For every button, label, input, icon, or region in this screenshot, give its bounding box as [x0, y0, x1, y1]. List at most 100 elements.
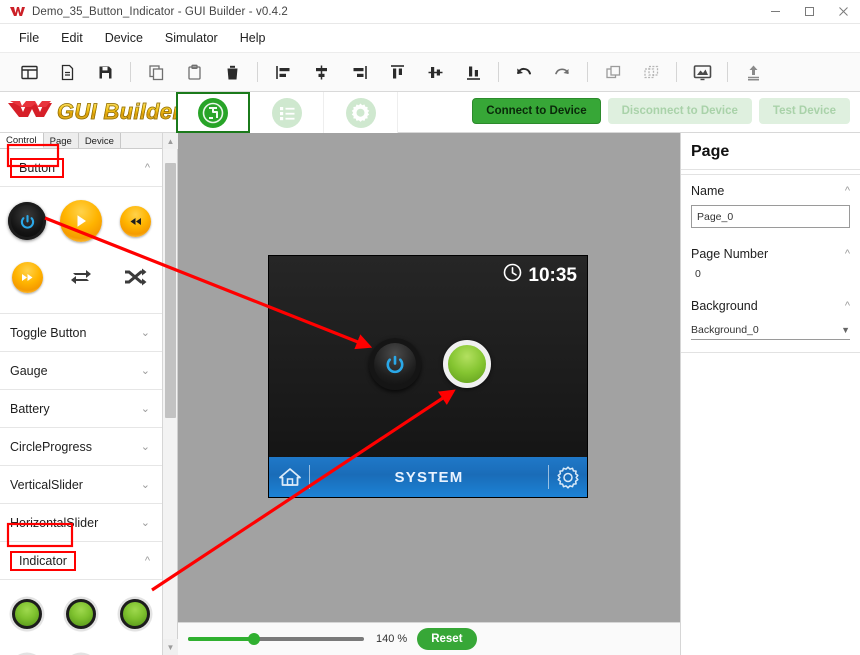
reset-zoom-button[interactable]: Reset [417, 628, 476, 650]
brand-row: GUI Builder [0, 92, 860, 133]
app-logo: GUI Builder [8, 95, 181, 129]
repeat-button-widget[interactable] [54, 249, 108, 305]
menu-item-file[interactable]: File [8, 27, 50, 49]
library-tab-device[interactable]: Device [79, 133, 121, 148]
disconnect-to-device-button[interactable]: Disconnect to Device [608, 98, 752, 124]
section-header-circleprogress[interactable]: CircleProgress ⌄ [0, 428, 162, 466]
new-project-icon[interactable] [10, 56, 48, 88]
section-title-indicator: Indicator [10, 551, 76, 571]
chevron-down-icon: ⌄ [141, 440, 150, 453]
scroll-up-icon[interactable]: ▲ [163, 133, 178, 149]
page-name-input[interactable]: Page_0 [691, 205, 850, 228]
w-logo-icon [6, 6, 28, 17]
library-scrollbar[interactable]: ▲ ▼ [163, 133, 178, 655]
menu-item-edit[interactable]: Edit [50, 27, 94, 49]
indicator-led-widget[interactable] [108, 586, 162, 642]
indicator-led-widget[interactable] [0, 586, 54, 642]
section-header-verticalslider[interactable]: VerticalSlider ⌄ [0, 466, 162, 504]
zoom-slider-handle[interactable] [248, 633, 260, 645]
widget-grid-indicator [0, 580, 162, 655]
menu-item-simulator[interactable]: Simulator [154, 27, 229, 49]
toolbar-divider [130, 62, 131, 82]
section-title-button: Button [10, 158, 64, 178]
paste-icon[interactable] [175, 56, 213, 88]
section-header-horizontalslider[interactable]: HorizontalSlider ⌄ [0, 504, 162, 542]
align-right-icon[interactable] [340, 56, 378, 88]
align-top-icon[interactable] [378, 56, 416, 88]
minimize-icon[interactable] [758, 0, 792, 24]
chevron-up-icon: ^ [845, 185, 850, 197]
section-header-battery[interactable]: Battery ⌄ [0, 390, 162, 428]
clock-icon [503, 263, 522, 288]
toolbar-divider [257, 62, 258, 82]
design-layout-icon [198, 98, 228, 128]
property-header-page-number[interactable]: Page Number ^ [681, 238, 860, 268]
align-center-horizontal-icon[interactable] [302, 56, 340, 88]
background-select[interactable]: Background_0 ▼ [691, 320, 850, 340]
align-bottom-icon[interactable] [454, 56, 492, 88]
list-tab[interactable] [250, 92, 324, 133]
property-header-background[interactable]: Background ^ [681, 290, 860, 320]
window-title: Demo_35_Button_Indicator - GUI Builder -… [32, 6, 288, 18]
send-to-back-icon[interactable] [632, 56, 670, 88]
chevron-up-icon: ^ [845, 248, 850, 260]
zoom-value: 140 % [376, 633, 407, 645]
save-icon[interactable] [86, 56, 124, 88]
copy-icon[interactable] [137, 56, 175, 88]
preview-indicator-led[interactable] [443, 340, 491, 388]
chevron-down-icon: ⌄ [141, 326, 150, 339]
gear-icon [346, 98, 376, 128]
indicator-led-widget[interactable] [54, 642, 108, 655]
menu-item-help[interactable]: Help [229, 27, 277, 49]
device-preview[interactable]: 10:35 SYSTEM [268, 255, 588, 498]
section-header-toggle-button[interactable]: Toggle Button ⌄ [0, 314, 162, 352]
menu-item-device[interactable]: Device [94, 27, 154, 49]
toolbar-divider [587, 62, 588, 82]
section-header-indicator[interactable]: Indicator ^ [0, 542, 162, 580]
section-header-button[interactable]: Button ^ [0, 149, 162, 187]
divider [681, 352, 860, 353]
library-tab-strip: Control Page Device [0, 133, 162, 149]
scrollbar-thumb[interactable] [165, 163, 176, 418]
preview-power-button[interactable] [369, 338, 421, 390]
settings-tab[interactable] [324, 92, 398, 133]
indicator-led-widget[interactable] [54, 586, 108, 642]
test-device-button[interactable]: Test Device [759, 98, 850, 124]
preview-icon[interactable] [683, 56, 721, 88]
scroll-down-icon[interactable]: ▼ [163, 639, 178, 655]
title-bar: Demo_35_Button_Indicator - GUI Builder -… [0, 0, 860, 24]
connect-to-device-button[interactable]: Connect to Device [472, 98, 600, 124]
property-header-name[interactable]: Name ^ [681, 175, 860, 205]
forward-button-widget[interactable] [0, 249, 54, 305]
property-label-page-number: Page Number [691, 247, 768, 261]
align-left-icon[interactable] [264, 56, 302, 88]
align-center-vertical-icon[interactable] [416, 56, 454, 88]
toolbar-divider [498, 62, 499, 82]
shuffle-button-widget[interactable] [108, 249, 162, 305]
zoom-bar: 140 % Reset [178, 622, 680, 655]
delete-icon[interactable] [213, 56, 251, 88]
power-button-widget[interactable] [0, 193, 54, 249]
property-label-background: Background [691, 299, 758, 313]
bring-to-front-icon[interactable] [594, 56, 632, 88]
play-button-widget[interactable] [54, 193, 108, 249]
indicator-led-widget[interactable] [0, 642, 54, 655]
library-tab-page[interactable]: Page [44, 133, 79, 148]
design-canvas[interactable]: 10:35 SYSTEM [178, 133, 680, 622]
library-tab-control[interactable]: Control [0, 133, 44, 148]
zoom-slider[interactable] [188, 637, 364, 641]
maximize-icon[interactable] [792, 0, 826, 24]
section-title-verticalslider: VerticalSlider [10, 478, 83, 492]
preview-system-title: SYSTEM [269, 469, 588, 486]
property-label-name: Name [691, 184, 724, 198]
upload-icon[interactable] [734, 56, 772, 88]
design-tab[interactable] [176, 92, 250, 133]
close-icon[interactable] [826, 0, 860, 24]
chevron-down-icon: ⌄ [141, 364, 150, 377]
rewind-button-widget[interactable] [108, 193, 162, 249]
section-title-toggle-button: Toggle Button [10, 326, 86, 340]
redo-icon[interactable] [543, 56, 581, 88]
section-header-gauge[interactable]: Gauge ⌄ [0, 352, 162, 390]
new-page-icon[interactable] [48, 56, 86, 88]
undo-icon[interactable] [505, 56, 543, 88]
